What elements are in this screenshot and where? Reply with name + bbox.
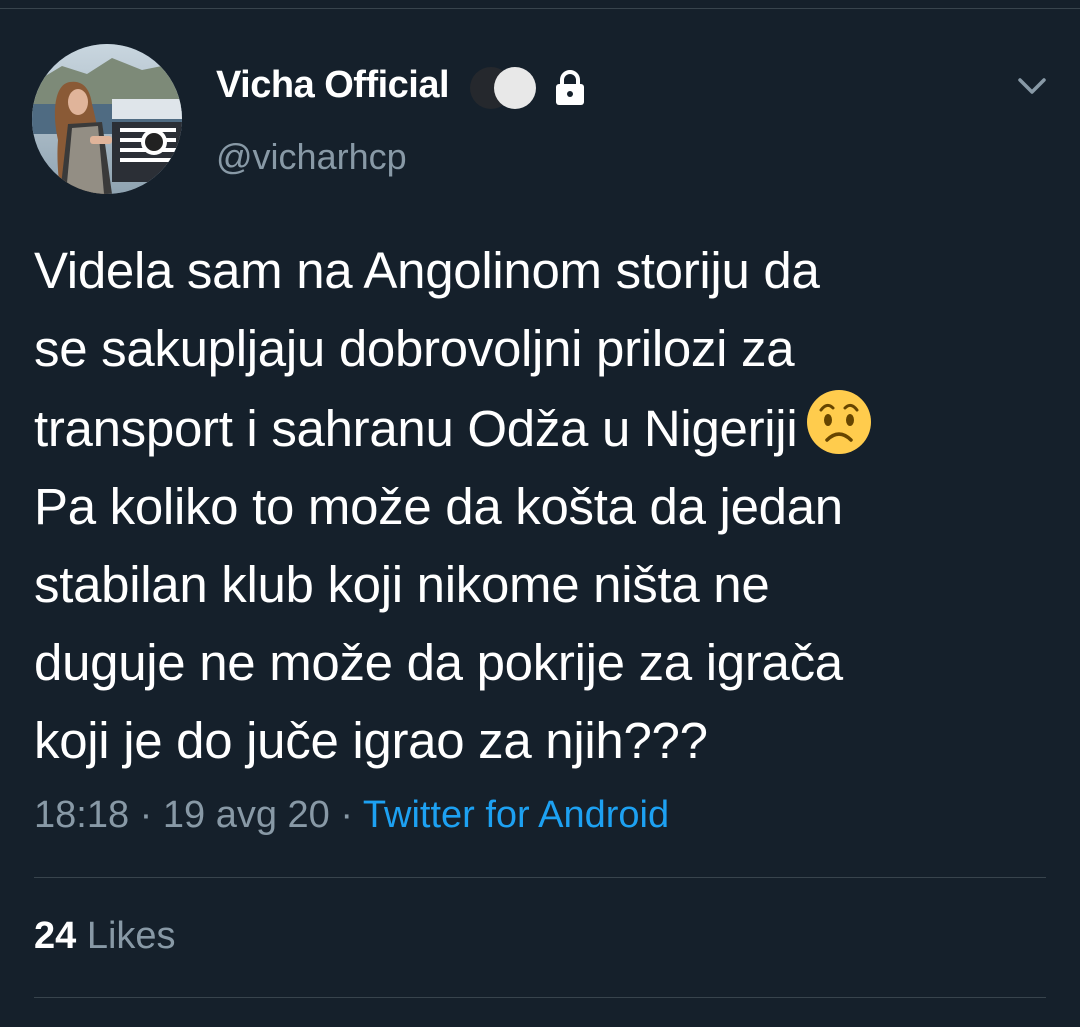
tweet-line-with-emoji: transport i sahranu Odža u Nigeriji <box>34 388 1054 468</box>
tweet-date[interactable]: 19 avg 20 <box>163 794 330 836</box>
author-handle[interactable]: @vicharhcp <box>216 136 407 178</box>
author-avatar[interactable] <box>32 44 182 194</box>
chevron-down-icon[interactable] <box>1012 70 1052 102</box>
tweet-text: Videla sam na Angolinom storiju da se sa… <box>34 232 1054 780</box>
meta-separator: · <box>329 794 363 836</box>
meta-separator: · <box>129 794 163 836</box>
likes-count: 24 <box>34 915 77 957</box>
meta-divider <box>34 877 1046 878</box>
tweet-source-link[interactable]: Twitter for Android <box>363 794 669 836</box>
tweet-line: se sakupljaju dobrovoljni prilozi za <box>34 320 795 377</box>
author-display-name[interactable]: Vicha Official <box>216 64 450 107</box>
worried-face-emoji-icon <box>807 390 872 454</box>
tweet-line: Pa koliko to može da košta da jedan <box>34 478 843 535</box>
likes-stat[interactable]: 24 Likes <box>34 915 176 958</box>
tweet-meta: 18:18 · 19 avg 20 · Twitter for Android <box>34 794 669 837</box>
tweet-line: duguje ne može da pokrije za igrača <box>34 634 843 691</box>
tweet-line: Videla sam na Angolinom storiju da <box>34 242 820 299</box>
tweet-time[interactable]: 18:18 <box>34 794 129 836</box>
top-divider <box>0 8 1080 9</box>
avatar-photo-icon <box>32 44 182 194</box>
stats-divider <box>34 997 1046 998</box>
tweet-detail: Vicha Official @vicharhcp Videla sam na … <box>0 0 1080 1027</box>
name-badges <box>470 66 588 110</box>
white-circle-emoji-icon <box>494 67 536 109</box>
tweet-line: transport i sahranu Odža u Nigeriji <box>34 400 798 457</box>
tweet-line: koji je do juče igrao za njih??? <box>34 712 708 769</box>
lock-icon <box>556 70 584 105</box>
likes-label: Likes <box>76 915 176 957</box>
tweet-line: stabilan klub koji nikome ništa ne <box>34 556 770 613</box>
